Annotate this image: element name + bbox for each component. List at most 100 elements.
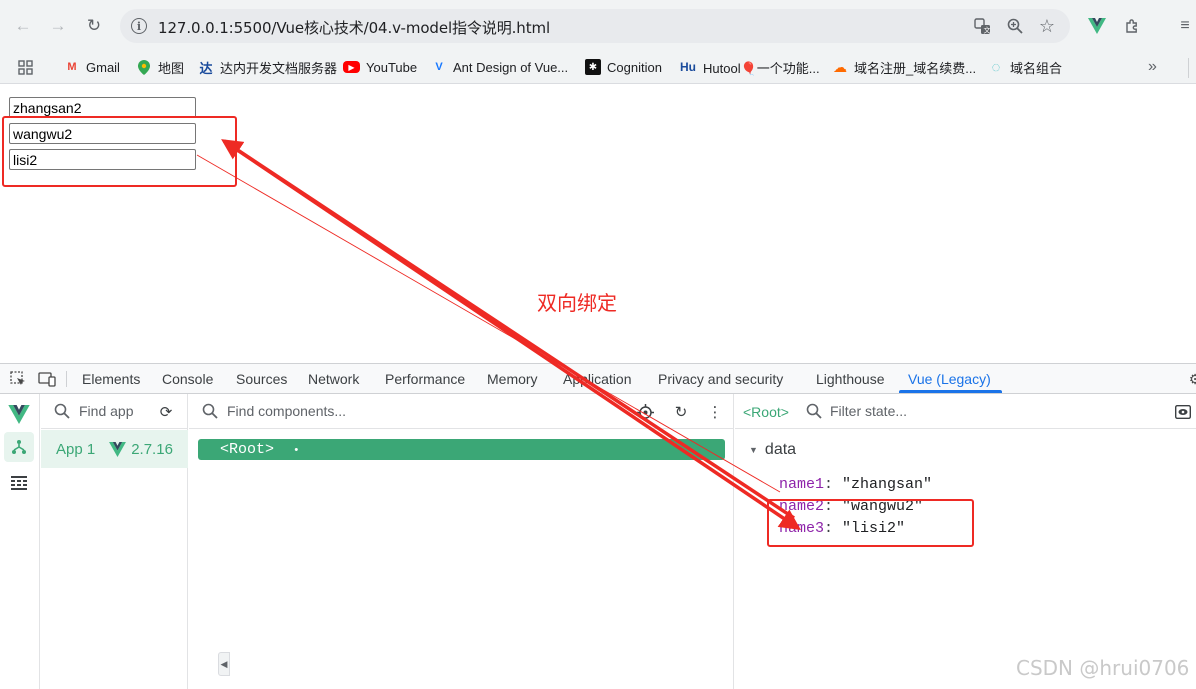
components-tree-icon[interactable] bbox=[4, 432, 34, 462]
selected-component-name: <Root> bbox=[743, 404, 789, 420]
antdv-icon: V bbox=[435, 61, 443, 73]
bookmark-youtube[interactable]: ▶ YouTube bbox=[343, 56, 417, 78]
bookmark-cognition[interactable]: ✱ Cognition bbox=[585, 56, 662, 78]
translate-icon[interactable]: 文 bbox=[972, 16, 992, 36]
zoom-icon[interactable] bbox=[1005, 16, 1025, 36]
root-component-label: <Root> bbox=[220, 441, 275, 458]
svg-text:文: 文 bbox=[983, 25, 990, 34]
vue-logo-icon bbox=[4, 399, 34, 429]
open-in-editor-icon[interactable] bbox=[1174, 403, 1192, 421]
timeline-icon[interactable] bbox=[4, 468, 34, 498]
app-list-item[interactable]: App 1 2.7.16 bbox=[41, 430, 188, 468]
bookmark-ant-design-vue[interactable]: V Ant Design of Vue... bbox=[431, 56, 568, 78]
tab-console[interactable]: Console bbox=[162, 371, 213, 387]
state-highlight-box bbox=[767, 499, 974, 547]
site-info-icon[interactable]: i bbox=[131, 18, 147, 34]
bookmark-label: 达内开发文档服务器 bbox=[220, 60, 338, 76]
two-way-binding-annotation: 双向绑定 bbox=[537, 291, 617, 315]
refresh-apps-icon[interactable]: ⟳ bbox=[157, 403, 175, 421]
bookmark-domain-combo[interactable]: ◌ 域名组合 bbox=[988, 56, 1062, 78]
search-icon bbox=[54, 403, 70, 419]
component-tree-panel: Find components... ↻ ⋮ <Root> • bbox=[189, 394, 734, 689]
inspect-element-icon[interactable] bbox=[9, 370, 27, 388]
find-apps-input[interactable]: Find apps bbox=[79, 403, 133, 419]
root-component-node[interactable]: <Root> • bbox=[198, 439, 725, 460]
bookmark-label: Ant Design of Vue... bbox=[453, 59, 569, 75]
root-selected-dot: • bbox=[293, 445, 300, 457]
tab-lighthouse[interactable]: Lighthouse bbox=[816, 371, 885, 387]
select-component-crosshair-icon[interactable] bbox=[636, 403, 654, 421]
tab-memory[interactable]: Memory bbox=[487, 371, 538, 387]
youtube-icon: ▶ bbox=[343, 61, 360, 73]
bookmark-label: 地图 bbox=[158, 60, 185, 76]
active-tab-indicator bbox=[899, 390, 1002, 393]
tarena-icon: 达 bbox=[199, 60, 213, 76]
more-bookmarks-chevron[interactable]: » bbox=[1148, 56, 1157, 78]
search-icon bbox=[806, 403, 822, 419]
bookmark-label: YouTube bbox=[366, 59, 418, 75]
bookmarks-bar: M Gmail 地图 达 达内开发文档服务器 ▶ YouTube V Ant D… bbox=[0, 52, 1196, 84]
forward-arrow-icon[interactable]: → bbox=[46, 14, 70, 38]
refresh-components-icon[interactable]: ↻ bbox=[672, 403, 690, 421]
hutool-icon: Hu bbox=[680, 60, 696, 74]
data-section-label: data bbox=[764, 441, 797, 458]
bookmark-label: 域名注册_域名续费... bbox=[854, 60, 977, 76]
more-options-icon[interactable]: ⋮ bbox=[706, 403, 724, 421]
apps-grid-icon[interactable] bbox=[18, 56, 33, 78]
bookmark-label: Gmail bbox=[86, 59, 120, 75]
tab-vue-legacy[interactable]: Vue (Legacy) bbox=[908, 371, 991, 387]
extensions-puzzle-icon[interactable] bbox=[1122, 14, 1144, 38]
find-apps-row: Find apps ⟳ bbox=[41, 394, 187, 429]
filter-state-input[interactable]: Filter state... bbox=[830, 403, 907, 419]
tab-elements[interactable]: Elements bbox=[82, 371, 140, 387]
bookmarks-divider bbox=[1188, 58, 1189, 78]
browser-toolbar: ← → ↻ i 127.0.0.1:5500/Vue核心技术/04.v-mode… bbox=[0, 0, 1196, 52]
bookmark-label: Cognition bbox=[607, 59, 662, 75]
bookmark-maps[interactable]: 地图 bbox=[136, 56, 184, 78]
devtools-panel: Elements Console Sources Network Perform… bbox=[0, 363, 1196, 689]
prop-value: "zhangsan" bbox=[842, 476, 933, 493]
url-text[interactable]: 127.0.0.1:5500/Vue核心技术/04.v-model指令说明.ht… bbox=[158, 17, 550, 38]
reload-icon[interactable]: ↻ bbox=[82, 14, 106, 38]
maps-icon bbox=[136, 59, 152, 75]
vue-sidebar bbox=[0, 394, 40, 689]
input-highlight-box bbox=[2, 116, 237, 187]
csdn-watermark: CSDN @hrui0706 bbox=[1016, 656, 1190, 680]
data-section-header[interactable]: ▼ data bbox=[749, 441, 796, 459]
tabbar-divider bbox=[66, 371, 67, 387]
tab-privacy-security[interactable]: Privacy and security bbox=[658, 371, 783, 387]
apps-panel: Find apps ⟳ App 1 2.7.16 ◀ bbox=[41, 394, 230, 689]
app-name: App 1 bbox=[56, 440, 96, 458]
expand-triangle-icon: ▼ bbox=[749, 445, 758, 455]
devtools-tab-bar: Elements Console Sources Network Perform… bbox=[0, 364, 1196, 394]
cognition-icon: ✱ bbox=[585, 59, 601, 75]
find-components-row: Find components... ↻ ⋮ bbox=[189, 394, 733, 429]
bookmark-domain-register[interactable]: ☁ 域名注册_域名续费... bbox=[832, 56, 976, 78]
find-components-input[interactable]: Find components... bbox=[227, 403, 346, 419]
swirl-icon: ◌ bbox=[991, 58, 1001, 76]
bookmark-label: 域名组合 bbox=[1010, 60, 1063, 76]
address-bar[interactable]: i 127.0.0.1:5500/Vue核心技术/04.v-model指令说明.… bbox=[120, 9, 1070, 43]
tab-network[interactable]: Network bbox=[308, 371, 359, 387]
bookmark-tarena-docs[interactable]: 达 达内开发文档服务器 bbox=[198, 56, 337, 78]
tab-performance[interactable]: Performance bbox=[385, 371, 465, 387]
vue-version: 2.7.16 bbox=[131, 440, 173, 458]
name1-input[interactable] bbox=[9, 97, 196, 118]
filter-state-row: <Root> Filter state... bbox=[735, 394, 1196, 429]
prop-colon: : bbox=[824, 476, 843, 493]
cloud-icon: ☁ bbox=[833, 58, 847, 75]
bookmark-gmail[interactable]: M Gmail bbox=[64, 56, 120, 78]
bookmark-hutool[interactable]: Hu Hutool🎈一个功能... bbox=[679, 56, 820, 78]
vue-devtools-extension-icon[interactable] bbox=[1086, 14, 1108, 38]
devtools-settings-icon[interactable]: ⚙ bbox=[1186, 370, 1196, 388]
device-toolbar-icon[interactable] bbox=[38, 370, 56, 388]
tab-application[interactable]: Application bbox=[563, 371, 632, 387]
bookmark-label: Hutool🎈一个功能... bbox=[703, 60, 820, 76]
search-icon bbox=[202, 403, 218, 419]
vue-version-icon bbox=[109, 441, 127, 457]
state-prop-name1[interactable]: name1: "zhangsan" bbox=[779, 476, 932, 493]
tab-sources[interactable]: Sources bbox=[236, 371, 287, 387]
star-bookmark-icon[interactable]: ☆ bbox=[1037, 16, 1057, 36]
reading-list-icon[interactable]: ≡ bbox=[1174, 14, 1196, 38]
back-arrow-icon[interactable]: ← bbox=[11, 14, 35, 38]
